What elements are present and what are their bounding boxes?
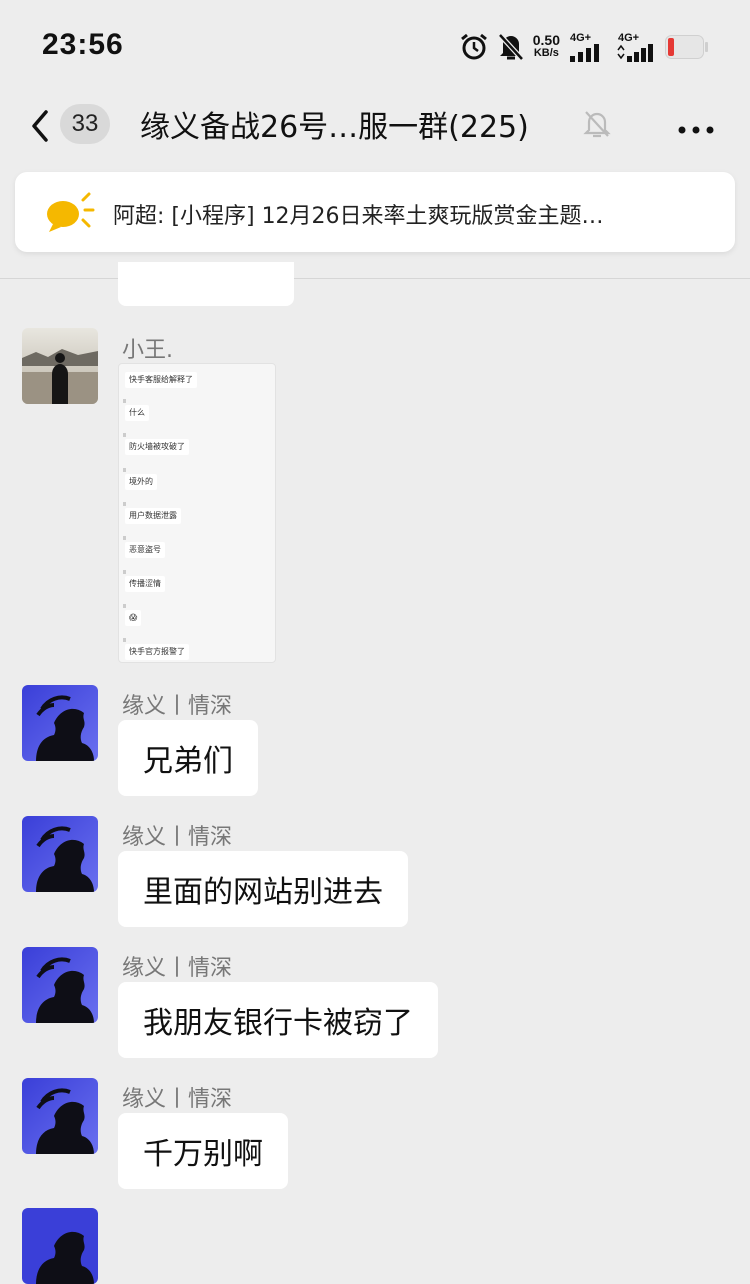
- status-time: 23:56: [42, 28, 124, 61]
- sender-name: 缘义丨情深: [122, 694, 233, 719]
- avatar[interactable]: [22, 816, 98, 892]
- sender-name: 缘义丨情深: [122, 956, 233, 981]
- network-speed: 0.50 KB/s: [532, 32, 560, 60]
- megaphone-bubble-icon: [45, 190, 101, 238]
- text-message-bubble[interactable]: 兄弟们: [118, 720, 258, 796]
- avatar[interactable]: [22, 1208, 98, 1284]
- mute-icon: [497, 32, 525, 62]
- unread-count-badge[interactable]: 33: [60, 104, 110, 144]
- text-message-bubble[interactable]: 里面的网站别进去: [118, 851, 408, 927]
- text-message-bubble[interactable]: 千万别啊: [118, 1113, 288, 1189]
- chevron-left-icon[interactable]: [26, 106, 54, 150]
- divider: [0, 278, 750, 279]
- image-message[interactable]: 快手客服给解释了 什么 防火墙被攻破了 境外的 用户数据泄露 恶意盗号 传播涩情…: [118, 363, 276, 663]
- sender-name: 小王.: [122, 338, 173, 363]
- chat-header: 33 缘义备战26号…服一群(225): [0, 92, 750, 164]
- alarm-icon: [459, 32, 489, 62]
- sim2-signal: 4G+: [616, 32, 656, 62]
- pinned-announcement[interactable]: 阿超: [小程序] 12月26日来率土爽玩版赏金主题…: [15, 172, 735, 252]
- network-speed-unit: KB/s: [533, 47, 559, 59]
- avatar[interactable]: [22, 685, 98, 761]
- more-icon[interactable]: [676, 120, 716, 139]
- partial-message-bubble: [118, 262, 294, 306]
- sender-name: 缘义丨情深: [122, 825, 233, 850]
- pinned-text: 阿超: [小程序] 12月26日来率土爽玩版赏金主题…: [113, 204, 604, 229]
- status-bar: 23:56 0.50 KB/s 4G+ 4G+: [0, 0, 750, 92]
- bell-off-icon: [582, 108, 612, 144]
- avatar[interactable]: [22, 1078, 98, 1154]
- battery-low-icon: [664, 33, 710, 61]
- avatar[interactable]: [22, 328, 98, 404]
- network-speed-value: 0.50: [532, 32, 560, 48]
- text-message-bubble[interactable]: 我朋友银行卡被窃了: [118, 982, 438, 1058]
- sim1-signal: 4G+: [568, 32, 608, 62]
- chat-title: 缘义备战26号…服一群(225): [140, 110, 529, 145]
- signal-icon: [570, 44, 599, 62]
- sender-name: 缘义丨情深: [122, 1087, 233, 1112]
- signal-icon: [617, 44, 653, 62]
- avatar[interactable]: [22, 947, 98, 1023]
